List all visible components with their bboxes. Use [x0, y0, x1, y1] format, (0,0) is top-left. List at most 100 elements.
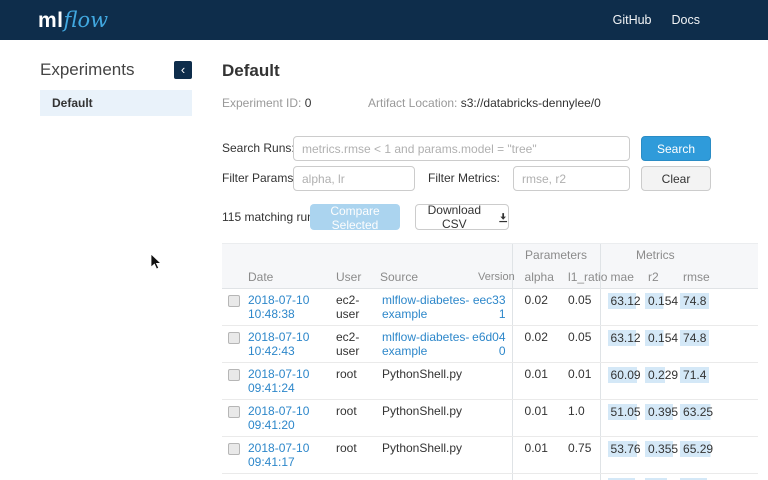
run-source-link[interactable]: mlflow-diabetes-example: [382, 293, 469, 321]
navbar: mlflow GitHub Docs: [0, 0, 768, 40]
run-rmse: 74.8: [680, 330, 709, 346]
group-header-parameters: Parameters: [512, 244, 600, 266]
run-rmse: 71.4: [680, 367, 709, 383]
run-l1-ratio: 0.05: [556, 326, 600, 363]
nav-links: GitHub Docs: [613, 13, 700, 27]
run-l1-ratio: 0.75: [556, 437, 600, 474]
run-l1-ratio: 0.05: [556, 289, 600, 326]
run-mae: 60.09: [608, 367, 644, 383]
run-l1-ratio: 1.0: [556, 400, 600, 437]
run-table-row: 2018-07-10 09:41:20 root PythonShell.py …: [222, 400, 758, 437]
filter-params-label: Filter Params:: [222, 166, 297, 191]
runs-actions-row: 115 matching runs Compare Selected Downl…: [222, 204, 768, 230]
run-rmse: 63.25: [680, 404, 716, 420]
filter-metrics-label: Filter Metrics:: [428, 166, 500, 191]
experiment-meta: Experiment ID: 0 Artifact Location: s3:/…: [222, 96, 601, 110]
run-user: ec2-user: [330, 289, 374, 326]
column-header-r2[interactable]: r2: [638, 266, 671, 289]
run-user: ec2-user: [330, 326, 374, 363]
run-table-row: 2018-07-10 09:41:17 root PythonShell.py …: [222, 437, 758, 474]
search-runs-input[interactable]: [293, 136, 630, 161]
experiment-id-label: Experiment ID:: [222, 96, 301, 110]
run-alpha: 0.02: [512, 289, 556, 326]
run-r2: 0.395: [645, 404, 681, 420]
run-mae: 51.05: [608, 404, 644, 420]
column-header-version[interactable]: Version: [472, 266, 512, 289]
sidebar-title: Experiments: [40, 60, 134, 80]
artifact-location: Artifact Location: s3://databricks-denny…: [368, 96, 601, 110]
experiment-id: Experiment ID: 0: [222, 96, 368, 110]
filter-params-input[interactable]: [293, 166, 415, 191]
search-button[interactable]: Search: [641, 136, 711, 161]
run-date-link[interactable]: 2018-07-10 09:41:20: [248, 404, 309, 432]
table-group-header-row: Parameters Metrics: [222, 244, 758, 266]
column-header-date[interactable]: Date: [242, 266, 330, 289]
run-r2: 0.355: [645, 441, 681, 457]
run-alpha: 0.01: [512, 400, 556, 437]
sidebar-header: Experiments ‹: [40, 60, 192, 80]
group-header-metrics: Metrics: [600, 244, 710, 266]
download-csv-button[interactable]: Download CSV: [415, 204, 509, 230]
run-alpha: 0.01: [512, 363, 556, 400]
experiments-sidebar: Experiments ‹ Default: [0, 40, 222, 480]
run-checkbox[interactable]: [228, 406, 240, 418]
run-r2: 0.229: [645, 367, 681, 383]
run-date-link[interactable]: 2018-07-10 10:42:43: [248, 330, 309, 358]
search-runs-row: Search Runs: Search: [222, 136, 768, 162]
filter-metrics-input[interactable]: [513, 166, 630, 191]
column-header-alpha[interactable]: alpha: [512, 266, 556, 289]
main-panel: Default Experiment ID: 0 Artifact Locati…: [222, 40, 768, 480]
collapse-sidebar-button[interactable]: ‹: [174, 61, 192, 79]
chevron-left-icon: ‹: [181, 62, 185, 77]
run-table-row: 2018-07-10 10:48:38 ec2-user mlflow-diab…: [222, 289, 758, 326]
run-checkbox[interactable]: [228, 295, 240, 307]
run-mae: 63.12: [608, 293, 644, 309]
run-version-link[interactable]: e6d040: [472, 330, 505, 358]
run-mae: 63.12: [608, 330, 644, 346]
column-header-checkbox: [222, 266, 242, 289]
page-title: Default: [222, 61, 280, 81]
column-header-l1-ratio[interactable]: l1_ratio: [556, 266, 600, 289]
run-l1-ratio: 0.01: [556, 363, 600, 400]
runs-table: Parameters Metrics Date User Source Vers…: [222, 243, 758, 480]
nav-link-docs[interactable]: Docs: [672, 13, 700, 27]
filter-row: Filter Params: Filter Metrics: Clear: [222, 166, 768, 192]
logo-ml: ml: [38, 9, 64, 32]
matching-runs-count: 115 matching runs: [222, 204, 320, 230]
run-source-link[interactable]: mlflow-diabetes-example: [382, 330, 469, 358]
run-source-link: PythonShell.py: [382, 367, 462, 381]
run-alpha: 0.02: [512, 326, 556, 363]
run-rmse: 74.8: [680, 293, 709, 309]
column-header-source[interactable]: Source: [374, 266, 472, 289]
run-r2: 0.154: [645, 293, 681, 309]
run-source-link: PythonShell.py: [382, 441, 462, 455]
experiment-id-value: 0: [305, 96, 312, 110]
run-table-row: 2018-07-10 10:42:43 ec2-user mlflow-diab…: [222, 326, 758, 363]
run-user: root: [330, 400, 374, 437]
download-icon: [498, 212, 508, 223]
run-checkbox[interactable]: [228, 332, 240, 344]
clear-button[interactable]: Clear: [641, 166, 711, 191]
sidebar-item-default[interactable]: Default: [40, 90, 192, 116]
partial-run-row: [222, 474, 758, 480]
run-date-link[interactable]: 2018-07-10 10:48:38: [248, 293, 309, 321]
column-header-rmse[interactable]: rmse: [671, 266, 710, 289]
run-checkbox[interactable]: [228, 369, 240, 381]
group-header-spacer: [222, 244, 512, 266]
compare-selected-button[interactable]: Compare Selected: [310, 204, 400, 230]
artifact-location-value: s3://databricks-dennylee/0: [461, 96, 601, 110]
run-date-link[interactable]: 2018-07-10 09:41:24: [248, 367, 309, 395]
run-mae: 53.76: [608, 441, 644, 457]
run-table-row: 2018-07-10 09:41:24 root PythonShell.py …: [222, 363, 758, 400]
mlflow-logo[interactable]: mlflow: [38, 8, 108, 33]
table-column-header-row: Date User Source Version alpha l1_ratio …: [222, 266, 758, 289]
run-rmse: 65.29: [680, 441, 716, 457]
run-alpha: 0.01: [512, 437, 556, 474]
column-header-user[interactable]: User: [330, 266, 374, 289]
logo-flow: flow: [64, 8, 109, 32]
nav-link-github[interactable]: GitHub: [613, 13, 652, 27]
run-checkbox[interactable]: [228, 443, 240, 455]
run-version-link[interactable]: eec331: [473, 293, 506, 321]
search-runs-label: Search Runs:: [222, 136, 295, 161]
run-date-link[interactable]: 2018-07-10 09:41:17: [248, 441, 309, 469]
